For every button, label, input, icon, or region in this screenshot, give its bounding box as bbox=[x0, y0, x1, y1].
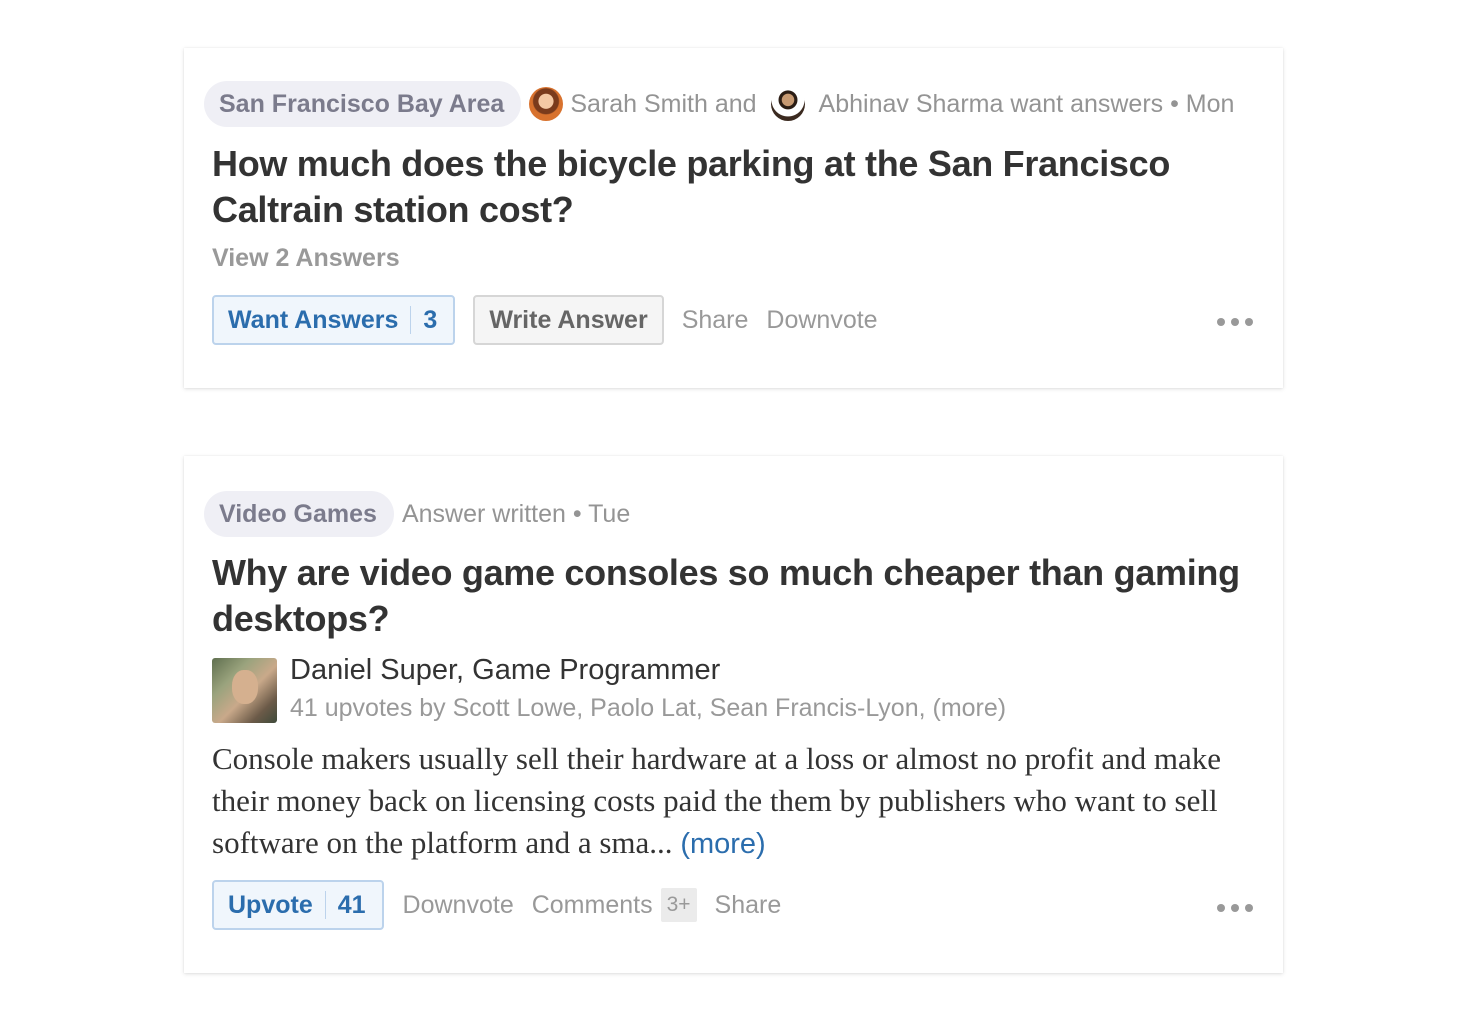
question-card: San Francisco Bay Area Sarah Smith and A… bbox=[184, 48, 1283, 388]
face-shape bbox=[232, 670, 258, 704]
want-answers-label: Want Answers bbox=[228, 305, 399, 334]
more-options-icon[interactable] bbox=[1217, 904, 1253, 912]
answer-meta-text: Answer written • Tue bbox=[401, 499, 631, 528]
share-link[interactable]: Share bbox=[715, 891, 782, 920]
answer-meta-row: Video Games Answer written • Tue bbox=[204, 491, 630, 537]
upvote-button[interactable]: Upvote 41 bbox=[212, 880, 384, 930]
question-action-bar: Want Answers 3 Write Answer Share Downvo… bbox=[212, 295, 878, 345]
more-options-icon[interactable] bbox=[1217, 318, 1253, 326]
downvote-link[interactable]: Downvote bbox=[766, 306, 877, 335]
write-answer-button[interactable]: Write Answer bbox=[473, 295, 664, 345]
question-title[interactable]: Why are video game consoles so much chea… bbox=[212, 550, 1272, 642]
upvoters-line[interactable]: 41 upvotes by Scott Lowe, Paolo Lat, Sea… bbox=[290, 694, 1006, 723]
answer-excerpt: Console makers usually sell their hardwa… bbox=[212, 738, 1242, 865]
divider bbox=[324, 891, 326, 919]
comments-count-badge: 3+ bbox=[660, 888, 697, 922]
question-title[interactable]: How much does the bicycle parking at the… bbox=[212, 141, 1272, 233]
upvote-label: Upvote bbox=[228, 890, 313, 919]
upvote-count: 41 bbox=[337, 890, 366, 919]
divider bbox=[410, 306, 412, 334]
share-link[interactable]: Share bbox=[682, 306, 749, 335]
topic-pill[interactable]: Video Games bbox=[204, 491, 394, 537]
question-meta-row: San Francisco Bay Area Sarah Smith and A… bbox=[204, 81, 1234, 127]
answer-action-bar: Upvote 41 Downvote Comments 3+ Share bbox=[212, 880, 781, 930]
asker-avatar[interactable] bbox=[770, 87, 805, 121]
asker-avatar[interactable] bbox=[529, 87, 564, 121]
asker-name[interactable]: Sarah Smith and bbox=[570, 90, 756, 119]
topic-pill[interactable]: San Francisco Bay Area bbox=[204, 81, 522, 127]
want-answers-button[interactable]: Want Answers 3 bbox=[212, 295, 456, 345]
answer-card: Video Games Answer written • Tue Why are… bbox=[184, 456, 1283, 973]
comments-link[interactable]: Comments bbox=[532, 891, 653, 920]
more-link[interactable]: (more) bbox=[680, 828, 765, 860]
view-answers-link[interactable]: View 2 Answers bbox=[212, 244, 400, 273]
author-name[interactable]: Daniel Super, Game Programmer bbox=[290, 654, 720, 687]
author-avatar[interactable] bbox=[212, 658, 277, 723]
downvote-link[interactable]: Downvote bbox=[403, 891, 514, 920]
want-answers-count: 3 bbox=[423, 305, 438, 334]
asker-meta-text: Abhinav Sharma want answers • Mon bbox=[818, 89, 1235, 118]
